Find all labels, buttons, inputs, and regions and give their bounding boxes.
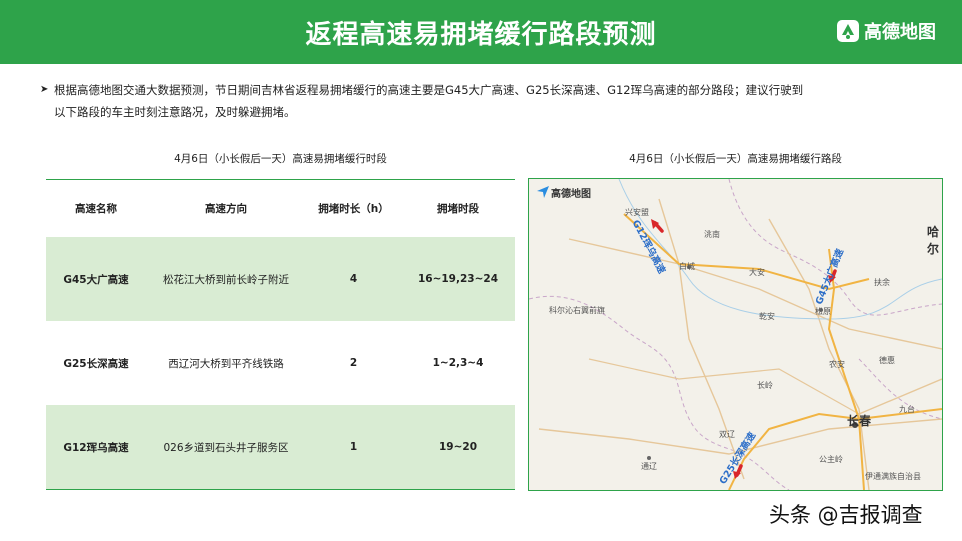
- row-period: 1~2,3~4: [432, 357, 484, 369]
- table-caption: 4月6日（小长假后一天）高速易拥堵缓行时段: [174, 153, 387, 165]
- map-brand: 高德地图: [551, 189, 591, 200]
- city-jiutai: 九台: [899, 405, 915, 414]
- header-direction: 高速方向: [146, 179, 306, 237]
- row-direction: 西辽河大桥到平齐线铁路: [168, 357, 284, 370]
- intro-paragraph: ➤ 根据高德地图交通大数据预测，节日期间吉林省返程易拥堵缓行的高速主要是G45大…: [40, 79, 854, 123]
- row-direction: 松花江大桥到前长岭子附近: [146, 237, 306, 321]
- city-changchun: 长春: [847, 414, 872, 428]
- row-duration: 2: [349, 357, 358, 369]
- map-canvas: [529, 179, 942, 490]
- city-tongliao: 通辽: [641, 462, 657, 471]
- table-row: G25长深高速 西辽河大桥到平齐线铁路 2 1~2,3~4: [46, 321, 515, 405]
- congestion-table: 高速名称 高速方向 拥堵时长（h） 拥堵时段 G45大广高速 松花江大桥到前长岭…: [46, 179, 515, 490]
- watermark: 头条 @吉报调查: [769, 503, 923, 527]
- intro-line-2: 以下路段的车主时刻注意路况，及时躲避拥堵。: [54, 105, 296, 119]
- city-xinganmeng: 兴安盟: [625, 208, 649, 217]
- route-map[interactable]: 高德地图 兴安盟 白城 洮南 大安 乾安 松原 农安 德惠 扶余 长岭 双辽 公…: [528, 178, 943, 491]
- city-keerqin: 科尔沁右翼前旗: [549, 306, 605, 315]
- city-dehui: 德惠: [879, 356, 895, 365]
- row-duration: 4: [306, 237, 401, 321]
- row-highway-name: G12珲乌高速: [46, 405, 146, 490]
- row-highway-name: G25长深高速: [63, 357, 129, 370]
- city-taonan: 洮南: [704, 230, 720, 239]
- row-highway-name: G45大广高速: [46, 237, 146, 321]
- header-highway-name: 高速名称: [46, 179, 146, 237]
- city-gongzhuling: 公主岭: [819, 455, 843, 464]
- city-yitong: 伊通满族自治县: [865, 472, 921, 481]
- brand-name: 高德地图: [864, 22, 936, 43]
- city-fuyu: 扶余: [874, 278, 890, 287]
- city-changling: 长岭: [757, 381, 773, 390]
- table-row: G45大广高速 松花江大桥到前长岭子附近 4 16~19,23~24: [46, 237, 515, 321]
- city-da-an: 大安: [749, 268, 765, 277]
- city-harbin: 哈尔: [927, 225, 940, 256]
- header-period: 拥堵时段: [401, 179, 515, 237]
- row-period: 16~19,23~24: [401, 237, 515, 321]
- city-qian-an: 乾安: [759, 312, 775, 321]
- amap-logo-icon: [837, 20, 859, 42]
- header-bar: 返程高速易拥堵缓行路段预测 高德地图: [0, 0, 962, 64]
- intro-line-1: 根据高德地图交通大数据预测，节日期间吉林省返程易拥堵缓行的高速主要是G45大广高…: [54, 83, 804, 97]
- bullet-arrow-icon: ➤: [40, 84, 49, 95]
- header-duration: 拥堵时长（h）: [306, 179, 401, 237]
- row-direction: 026乡道到石头井子服务区: [146, 405, 306, 490]
- map-caption: 4月6日（小长假后一天）高速易拥堵缓行路段: [629, 153, 842, 165]
- row-duration: 1: [306, 405, 401, 490]
- city-songyuan: 松原: [815, 307, 831, 316]
- brand: 高德地图: [837, 18, 936, 44]
- city-baicheng: 白城: [679, 262, 695, 271]
- page-title: 返程高速易拥堵缓行路段预测: [305, 20, 657, 50]
- table-header-row: 高速名称 高速方向 拥堵时长（h） 拥堵时段: [46, 179, 515, 237]
- city-nongan: 农安: [829, 360, 845, 369]
- row-period: 19~20: [401, 405, 515, 490]
- table-row: G12珲乌高速 026乡道到石头井子服务区 1 19~20: [46, 405, 515, 490]
- city-shuangliao: 双辽: [719, 430, 735, 439]
